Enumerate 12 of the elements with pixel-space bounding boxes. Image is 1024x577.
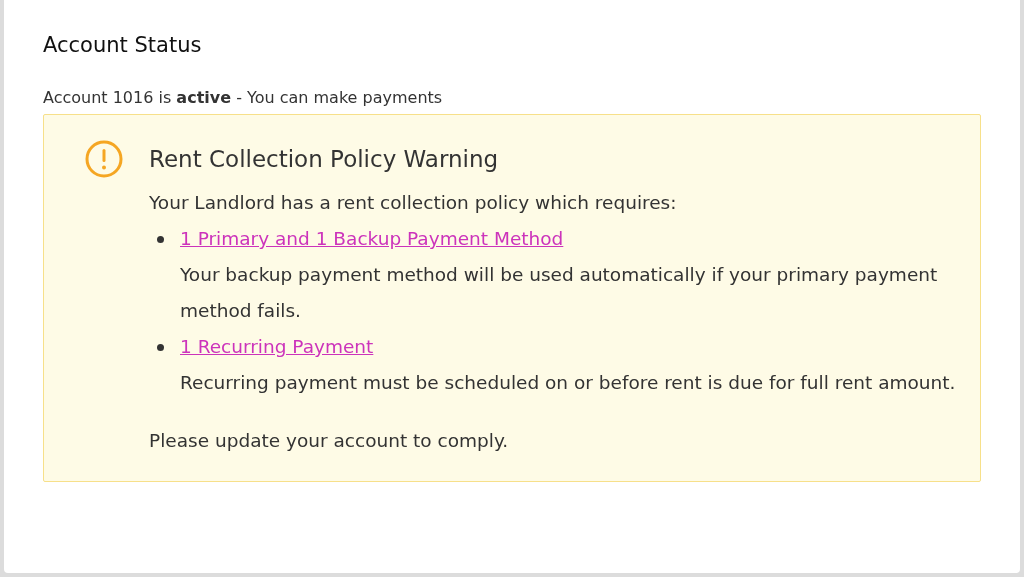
requirement-description: Your backup payment method will be used automatically if your primary payment method fails.	[180, 263, 939, 323]
warning-icon	[84, 139, 124, 179]
warning-title: Rent Collection Policy Warning	[149, 145, 500, 174]
bullet-icon	[157, 344, 164, 351]
bullet-icon	[157, 236, 164, 243]
comply-message: Please update your account to comply.	[149, 429, 510, 453]
account-status-text: Account 1016 is active - You can make payments	[43, 88, 444, 108]
policy-intro: Your Landlord has a rent collection policy which requires:	[149, 191, 678, 215]
section-title: Account Status	[43, 32, 203, 59]
requirement-link[interactable]: 1 Primary and 1 Backup Payment Method	[180, 228, 564, 249]
requirement-description: Recurring payment must be scheduled on or before rent is due for full rent amount.	[180, 371, 956, 395]
requirement-link[interactable]: 1 Recurring Payment	[180, 336, 374, 357]
